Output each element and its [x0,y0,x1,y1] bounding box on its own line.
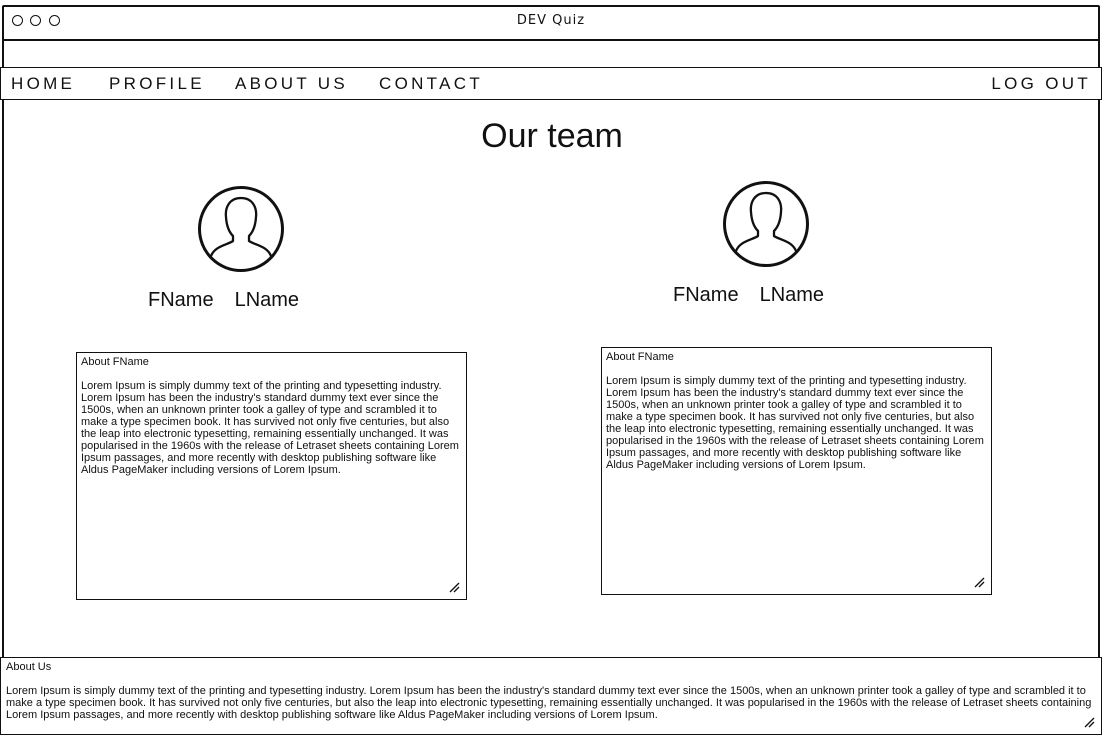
member-name: FName LName [673,284,824,307]
member-last-name: LName [234,289,300,311]
member-first-name: FName [148,289,214,311]
member-name: FName LName [148,289,299,312]
footer-about-title: About Us [6,661,52,673]
member-about-textarea[interactable]: About FName Lorem Ipsum is simply dummy … [601,347,992,595]
nav-log-out[interactable]: LOG OUT [991,74,1091,94]
member-about-text: Lorem Ipsum is simply dummy text of the … [606,375,984,471]
nav-home[interactable]: HOME [11,74,75,94]
nav-contact[interactable]: CONTACT [379,74,483,94]
resize-handle-icon[interactable] [1084,717,1095,728]
address-bar[interactable] [2,41,1100,67]
page-title: Our team [481,117,623,155]
member-about-title: About FName [81,356,149,368]
user-avatar-icon [723,181,809,267]
user-avatar-icon [198,186,284,272]
footer-about-text: Lorem Ipsum is simply dummy text of the … [6,685,1092,721]
nav-bar: HOME PROFILE ABOUT US CONTACT LOG OUT [0,67,1102,100]
member-last-name: LName [759,284,825,306]
resize-handle-icon[interactable] [974,577,985,588]
footer-about-textarea[interactable]: About Us Lorem Ipsum is simply dummy tex… [0,657,1102,735]
member-about-title: About FName [606,351,674,363]
member-about-text: Lorem Ipsum is simply dummy text of the … [81,380,459,476]
window-titlebar: DEV Quiz [2,5,1100,41]
resize-handle-icon[interactable] [449,582,460,593]
member-about-textarea[interactable]: About FName Lorem Ipsum is simply dummy … [76,352,467,600]
member-first-name: FName [673,284,739,306]
nav-about-us[interactable]: ABOUT US [235,74,348,94]
nav-profile[interactable]: PROFILE [109,74,205,94]
window-title: DEV Quiz [516,13,586,28]
